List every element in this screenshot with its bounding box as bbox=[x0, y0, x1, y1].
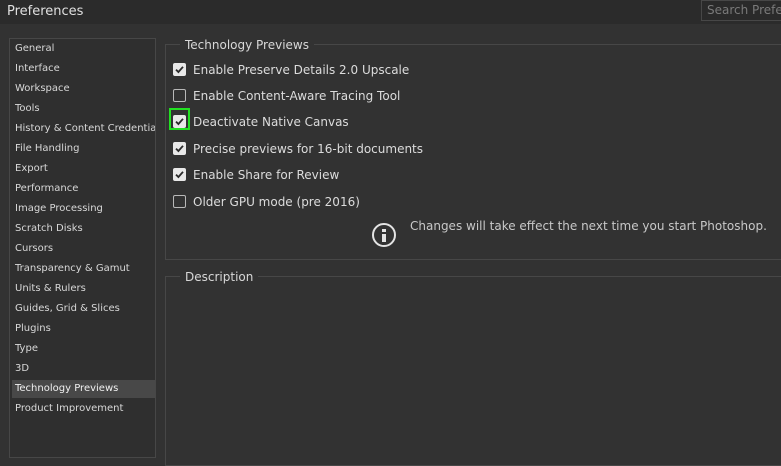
sidebar-item-tools[interactable]: Tools bbox=[12, 100, 155, 118]
sidebar-item-workspace[interactable]: Workspace bbox=[12, 80, 155, 98]
technology-previews-panel: Technology Previews Enable Preserve Deta… bbox=[165, 38, 781, 260]
option-label: Deactivate Native Canvas bbox=[193, 115, 349, 129]
sidebar-item-performance[interactable]: Performance bbox=[12, 180, 155, 198]
sidebar-item-plugins[interactable]: Plugins bbox=[12, 320, 155, 338]
sidebar-item-export[interactable]: Export bbox=[12, 160, 155, 178]
option-label: Enable Share for Review bbox=[193, 168, 340, 182]
sidebar-item-transparency-gamut[interactable]: Transparency & Gamut bbox=[12, 260, 155, 278]
technology-previews-heading: Technology Previews bbox=[180, 38, 314, 52]
sidebar-item-general[interactable]: General bbox=[12, 40, 155, 58]
search-input[interactable]: Search Preferences bbox=[701, 0, 781, 21]
sidebar-item-type[interactable]: Type bbox=[12, 340, 155, 358]
sidebar-item-interface[interactable]: Interface bbox=[12, 60, 155, 78]
option-label: Enable Content-Aware Tracing Tool bbox=[193, 89, 401, 103]
sidebar-item-product-improvement[interactable]: Product Improvement bbox=[12, 400, 155, 418]
description-panel: Description bbox=[165, 270, 781, 466]
sidebar-item-technology-previews[interactable]: Technology Previews bbox=[12, 380, 155, 398]
checkbox-checked[interactable] bbox=[173, 63, 186, 76]
option-label: Older GPU mode (pre 2016) bbox=[193, 195, 360, 209]
description-heading: Description bbox=[180, 270, 259, 284]
sidebar-item-units-rulers[interactable]: Units & Rulers bbox=[12, 280, 155, 298]
sidebar-item-history-content-credentials[interactable]: History & Content Credentials bbox=[12, 120, 155, 138]
option-label: Precise previews for 16-bit documents bbox=[193, 142, 424, 156]
checkbox-checked[interactable] bbox=[173, 115, 186, 128]
checkbox-checked[interactable] bbox=[173, 168, 186, 181]
info-circle-icon bbox=[372, 223, 396, 247]
title-bar: Preferences Search Preferences bbox=[0, 0, 781, 24]
checkbox-unchecked[interactable] bbox=[173, 195, 186, 208]
checkbox-unchecked[interactable] bbox=[173, 89, 186, 102]
sidebar-item-scratch-disks[interactable]: Scratch Disks bbox=[12, 220, 155, 238]
restart-notice: Changes will take effect the next time y… bbox=[410, 219, 767, 233]
sidebar-item-3d[interactable]: 3D bbox=[12, 360, 155, 378]
window-title: Preferences bbox=[7, 4, 84, 19]
sidebar-item-cursors[interactable]: Cursors bbox=[12, 240, 155, 258]
option-label: Enable Preserve Details 2.0 Upscale bbox=[193, 63, 410, 77]
checkbox-checked[interactable] bbox=[173, 142, 186, 155]
sidebar-item-file-handling[interactable]: File Handling bbox=[12, 140, 155, 158]
sidebar-item-image-processing[interactable]: Image Processing bbox=[12, 200, 155, 218]
sidebar-item-guides-grid-slices[interactable]: Guides, Grid & Slices bbox=[12, 300, 155, 318]
preferences-sidebar: General Interface Workspace Tools History & … bbox=[9, 38, 156, 458]
